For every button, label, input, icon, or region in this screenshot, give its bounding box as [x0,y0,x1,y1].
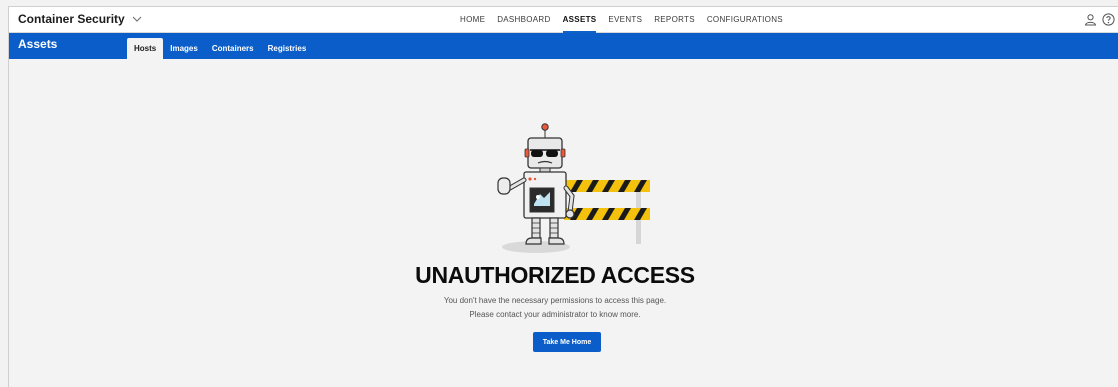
app-title: Container Security [18,12,125,26]
help-icon[interactable] [1102,13,1115,26]
asset-tabs: Hosts Images Containers Registries [127,38,313,59]
tab-containers[interactable]: Containers [205,38,261,59]
app-switcher[interactable]: Container Security [18,12,143,26]
nav-assets[interactable]: ASSETS [562,7,597,33]
user-icon[interactable] [1084,13,1097,26]
top-bar: Container Security HOME DASHBOARD ASSETS… [9,7,1118,33]
section-title: Assets [18,37,58,51]
nav-dashboard[interactable]: DASHBOARD [497,7,550,33]
tab-images[interactable]: Images [163,38,205,59]
nav-events[interactable]: EVENTS [608,7,642,33]
main-nav: HOME DASHBOARD ASSETS EVENTS REPORTS CON… [460,7,783,33]
chevron-down-icon [132,16,142,22]
top-icons [1084,13,1115,26]
nav-reports[interactable]: REPORTS [654,7,695,33]
take-me-home-button[interactable]: Take Me Home [533,332,601,352]
contact-message: Please contact your administrator to kno… [469,310,641,319]
nav-home[interactable]: HOME [460,7,485,33]
nav-configurations[interactable]: CONFIGURATIONS [707,7,783,33]
sub-header: Assets Hosts Images Containers Registrie… [9,33,1118,59]
robot-barrier-icon [497,123,650,253]
page-title: UNAUTHORIZED ACCESS [415,262,695,288]
permission-message: You don't have the necessary permissions… [443,296,667,305]
tab-hosts[interactable]: Hosts [127,38,164,59]
tab-registries[interactable]: Registries [261,38,314,59]
